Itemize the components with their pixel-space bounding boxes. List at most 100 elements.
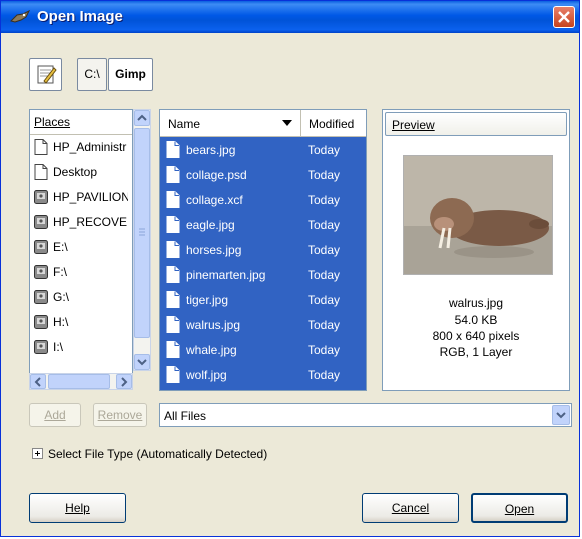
path-button-gimp[interactable]: Gimp	[108, 58, 153, 91]
preview-header-label: Preview	[392, 118, 435, 132]
file-name: collage.psd	[186, 168, 247, 182]
title-bar[interactable]: Open Image	[1, 1, 579, 33]
places-item[interactable]: H:\	[30, 310, 130, 335]
places-item-label: F:\	[53, 265, 67, 279]
file-row[interactable]: collage.xcf Today	[160, 187, 366, 212]
gimp-wilber-icon	[10, 9, 31, 23]
file-row[interactable]: wolf.jpg Today	[160, 362, 366, 387]
cancel-button[interactable]: Cancel	[362, 493, 459, 523]
drive-icon	[34, 239, 48, 255]
file-row[interactable]: horses.jpg Today	[160, 237, 366, 262]
filter-dropdown-button[interactable]	[552, 405, 570, 425]
preview-size: 54.0 KB	[454, 313, 498, 327]
expand-plus-icon	[32, 448, 43, 459]
places-item[interactable]: E:\	[30, 235, 130, 260]
column-modified-label: Modified	[309, 117, 355, 131]
file-modified: Today	[308, 343, 341, 357]
file-name: horses.jpg	[186, 243, 242, 257]
file-row[interactable]: bears.jpg Today	[160, 137, 366, 162]
horizontal-scroll-thumb[interactable]	[48, 374, 110, 389]
file-list: bears.jpg Today collage.psd Today collage.xc…	[160, 137, 366, 390]
file-modified: Today	[308, 168, 341, 182]
column-name-label: Name	[168, 117, 201, 131]
preview-thumbnail	[403, 155, 553, 275]
places-header[interactable]: Places	[30, 110, 132, 135]
column-header-name[interactable]: Name	[160, 110, 301, 136]
places-item-label: HP_Administr	[53, 140, 127, 154]
places-horizontal-scrollbar[interactable]	[29, 373, 133, 390]
file-row[interactable]: eagle.jpg Today	[160, 212, 366, 237]
path-button-root[interactable]: C:\	[77, 58, 107, 91]
chevron-right-icon	[121, 377, 128, 387]
file-row[interactable]: pinemarten.jpg Today	[160, 262, 366, 287]
file-icon	[166, 366, 180, 383]
file-modified: Today	[308, 318, 341, 332]
file-name: bears.jpg	[186, 143, 236, 157]
file-row[interactable]: collage.psd Today	[160, 162, 366, 187]
places-item[interactable]: HP_PAVILION	[30, 185, 130, 210]
scroll-right-button[interactable]	[116, 374, 132, 389]
add-bookmark-button[interactable]: Add	[29, 403, 81, 427]
grip-icon	[139, 228, 145, 236]
file-row[interactable]: tiger.jpg Today	[160, 287, 366, 312]
scroll-up-button[interactable]	[134, 110, 150, 126]
file-name: walrus.jpg	[186, 318, 241, 332]
file-name: tiger.jpg	[186, 293, 229, 307]
drive-icon	[34, 339, 48, 355]
file-filter-select[interactable]: All Files	[159, 403, 572, 427]
file-name: eagle.jpg	[186, 218, 235, 232]
file-icon	[166, 241, 180, 258]
places-item[interactable]: Desktop	[30, 160, 130, 185]
help-button[interactable]: Help	[29, 493, 126, 523]
file-row[interactable]: whale.jpg Today	[160, 337, 366, 362]
places-header-label: Places	[34, 115, 71, 129]
file-name: whale.jpg	[186, 343, 237, 357]
drive-icon	[34, 289, 48, 305]
drive-icon	[34, 214, 48, 230]
places-item-label: I:\	[53, 340, 64, 354]
document-icon	[34, 139, 48, 155]
places-item[interactable]: F:\	[30, 260, 130, 285]
file-icon	[166, 216, 180, 233]
preview-pane: Preview walrus.jpg 54.0 KB 800 x 640 pix…	[382, 109, 570, 391]
document-icon	[34, 164, 48, 180]
preview-filename: walrus.jpg	[448, 296, 504, 310]
places-item[interactable]: HP_Administr	[30, 135, 130, 160]
drive-icon	[34, 264, 48, 280]
column-header-modified[interactable]: Modified	[301, 110, 366, 136]
open-button-label: Open	[504, 502, 535, 516]
places-pane: Places HP_Administr Desktop HP_PAVILION HP_…	[29, 109, 133, 389]
file-filter-value: All Files	[164, 409, 207, 423]
places-item[interactable]: I:\	[30, 335, 130, 360]
file-type-label: Select File Type (Automatically Detected…	[48, 447, 268, 461]
open-image-dialog: Open Image C:\ Gimp Places HP_Administr D…	[0, 0, 580, 537]
file-row[interactable]: walrus.jpg Today	[160, 312, 366, 337]
places-item-label: G:\	[53, 290, 70, 304]
cancel-button-label: Cancel	[391, 501, 430, 515]
scroll-thumb[interactable]	[134, 128, 150, 338]
file-modified: Today	[308, 268, 341, 282]
file-list-pane: Name Modified bears.jpg Today collage.psd T…	[159, 109, 367, 391]
open-button[interactable]: Open	[471, 493, 568, 523]
places-item-label: HP_RECOVEI	[53, 215, 128, 229]
close-button[interactable]	[553, 6, 575, 28]
places-item[interactable]: HP_RECOVEI	[30, 210, 130, 235]
preview-header-button[interactable]: Preview	[385, 112, 567, 136]
file-icon	[166, 166, 180, 183]
places-vertical-scrollbar[interactable]	[133, 109, 151, 371]
scroll-down-button[interactable]	[134, 354, 150, 370]
places-item[interactable]: G:\	[30, 285, 130, 310]
remove-bookmark-button[interactable]: Remove	[93, 403, 147, 427]
sort-descending-icon	[282, 120, 292, 126]
file-icon	[166, 341, 180, 358]
file-modified: Today	[308, 368, 341, 382]
scroll-left-button[interactable]	[30, 374, 46, 389]
file-modified: Today	[308, 143, 341, 157]
walrus-image	[404, 156, 552, 274]
chevron-down-icon	[556, 412, 566, 419]
places-item-label: H:\	[53, 315, 69, 329]
help-button-label: Help	[65, 501, 90, 515]
file-name: pinemarten.jpg	[186, 268, 266, 282]
file-type-expander[interactable]: Select File Type (Automatically Detected…	[32, 447, 267, 461]
type-location-button[interactable]	[29, 58, 62, 91]
